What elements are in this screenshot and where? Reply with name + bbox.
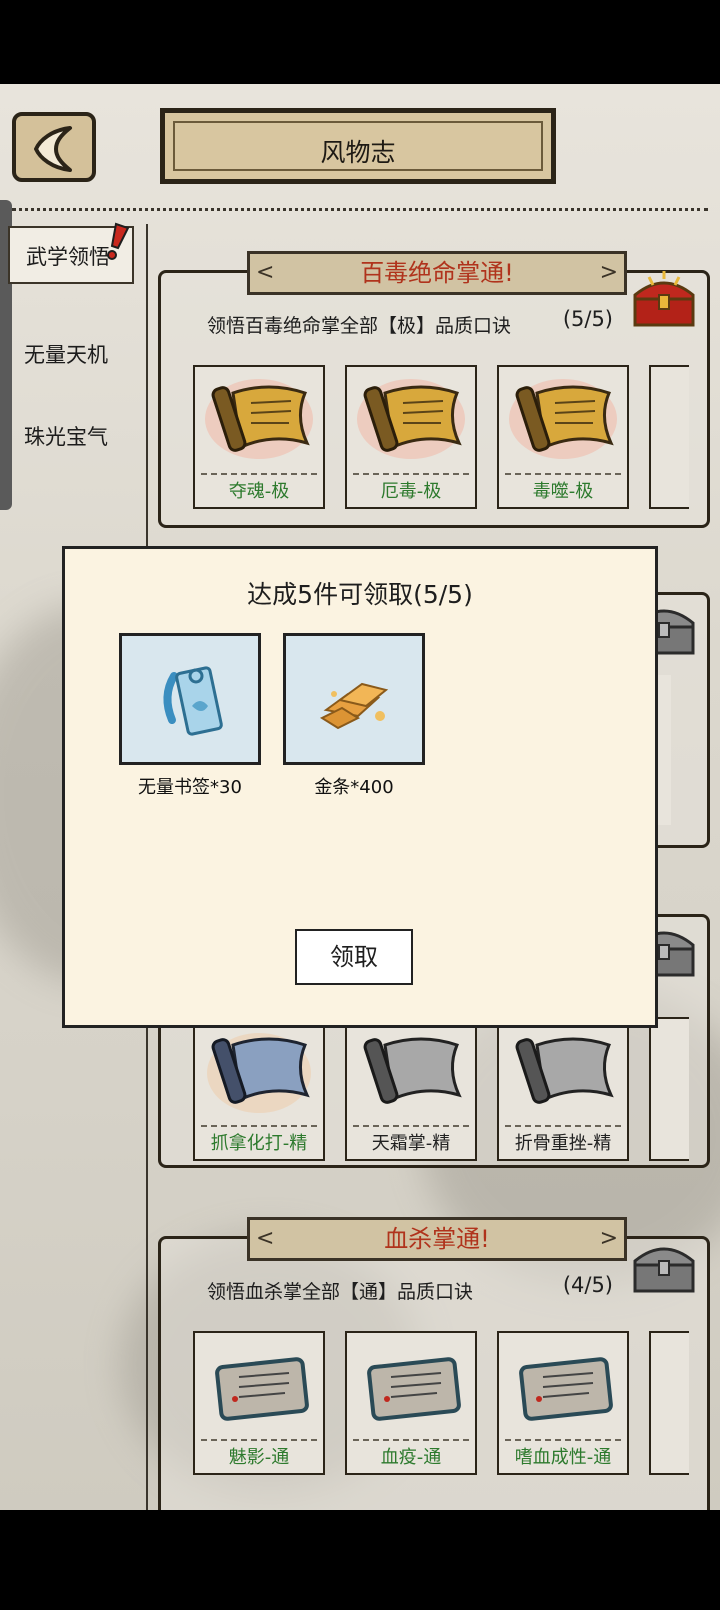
mantra-item-label: 嗜血成性-通 [514,1447,612,1468]
mantra-item-label: 天霜掌-精 [371,1133,451,1154]
sidebar-item-label: 珠光宝气 [24,425,108,449]
mantra-item-label: 夺魂-极 [228,481,290,502]
mantra-item[interactable]: 血疫-通 [345,1331,477,1475]
gray-scroll-icon [515,1037,614,1104]
back-arrow-icon [34,126,72,172]
alert-badge-icon [107,222,130,260]
blue-scroll-icon [207,1033,311,1113]
card-progress-count: (4/5) [562,1273,613,1297]
gold-scroll-icon [357,379,465,459]
chevron-right-icon: > [599,260,618,285]
mantra-item[interactable]: 厄毒-极 [345,365,477,509]
mantra-item-label: 厄毒-极 [380,481,442,502]
reward-dialog: 达成5件可领取(5/5) 无量书签*30 金条*400 领取 [62,546,658,1028]
mantra-item-label: 魅影-通 [228,1447,290,1468]
stone-tablet-icon [215,1357,309,1421]
gold-scroll-icon [205,379,313,459]
mantra-item[interactable] [649,1017,689,1161]
title-banner: 风物志 [160,108,556,184]
gold-scroll-icon [509,379,617,459]
card-progress-count: (5/5) [562,307,613,331]
header-divider [12,208,708,211]
red-treasure-chest-icon[interactable] [629,269,699,329]
mantra-item[interactable] [649,365,689,509]
stone-tablet-icon [519,1357,613,1421]
page-background: 风物志 武学领悟 无量天机 珠光宝气 < 百毒绝命掌通! > 领悟百毒绝命掌全部… [0,84,720,1510]
sidebar-item-zhuguang-baoqi[interactable]: 珠光宝气 [8,408,134,466]
achievement-card: < 百毒绝命掌通! > 领悟百毒绝命掌全部【极】品质口诀 (5/5) 夺魂-极 [158,251,710,528]
back-button[interactable] [12,112,96,182]
card-banner-text: 百毒绝命掌通! [360,259,514,287]
chevron-left-icon: < [256,260,275,285]
mantra-item[interactable]: 折骨重挫-精 [497,1017,629,1161]
mantra-item[interactable]: 魅影-通 [193,1331,325,1475]
bookmark-icon [163,666,223,736]
achievement-card: < 血杀掌通! > 领悟血杀掌全部【通】品质口诀 (4/5) 魅影-通 血疫-通… [158,1217,710,1510]
chevron-left-icon: < [256,1226,275,1251]
mantra-item[interactable]: 嗜血成性-通 [497,1331,629,1475]
card-banner: < 血杀掌通! > [247,1217,627,1261]
sidebar-item-label: 武学领悟 [26,245,110,269]
card-banner-text: 血杀掌通! [384,1225,490,1253]
mantra-item-label: 折骨重挫-精 [514,1133,612,1154]
sidebar-item-wuliang-tianji[interactable]: 无量天机 [8,326,134,384]
page-title: 风物志 [320,138,396,167]
gray-treasure-chest-icon[interactable] [629,1235,699,1295]
mantra-item[interactable]: 抓拿化打-精 [193,1017,325,1161]
mantra-item[interactable] [649,1331,689,1475]
mantra-item[interactable]: 夺魂-极 [193,365,325,509]
stone-tablet-icon [367,1357,461,1421]
card-subtitle: 领悟百毒绝命掌全部【极】品质口诀 [207,315,512,337]
chevron-right-icon: > [599,1226,618,1251]
reward-item-label: 金条*400 [314,777,394,798]
reward-item-label: 无量书签*30 [138,777,242,798]
card-subtitle: 领悟血杀掌全部【通】品质口诀 [207,1281,474,1303]
mantra-item-label: 毒噬-极 [532,481,594,502]
mantra-item-label: 抓拿化打-精 [210,1133,308,1154]
sidebar-item-label: 无量天机 [24,343,108,367]
mantra-item-label: 血疫-通 [380,1447,442,1468]
reward-dialog-title: 达成5件可领取(5/5) [247,580,473,609]
reward-item[interactable] [283,633,425,765]
mantra-item[interactable]: 天霜掌-精 [345,1017,477,1161]
claim-button[interactable]: 领取 [295,929,413,985]
gold-bars-icon [319,682,389,730]
gray-scroll-icon [363,1037,462,1104]
mantra-item[interactable]: 毒噬-极 [497,365,629,509]
card-banner: < 百毒绝命掌通! > [247,251,627,295]
reward-item[interactable] [119,633,261,765]
